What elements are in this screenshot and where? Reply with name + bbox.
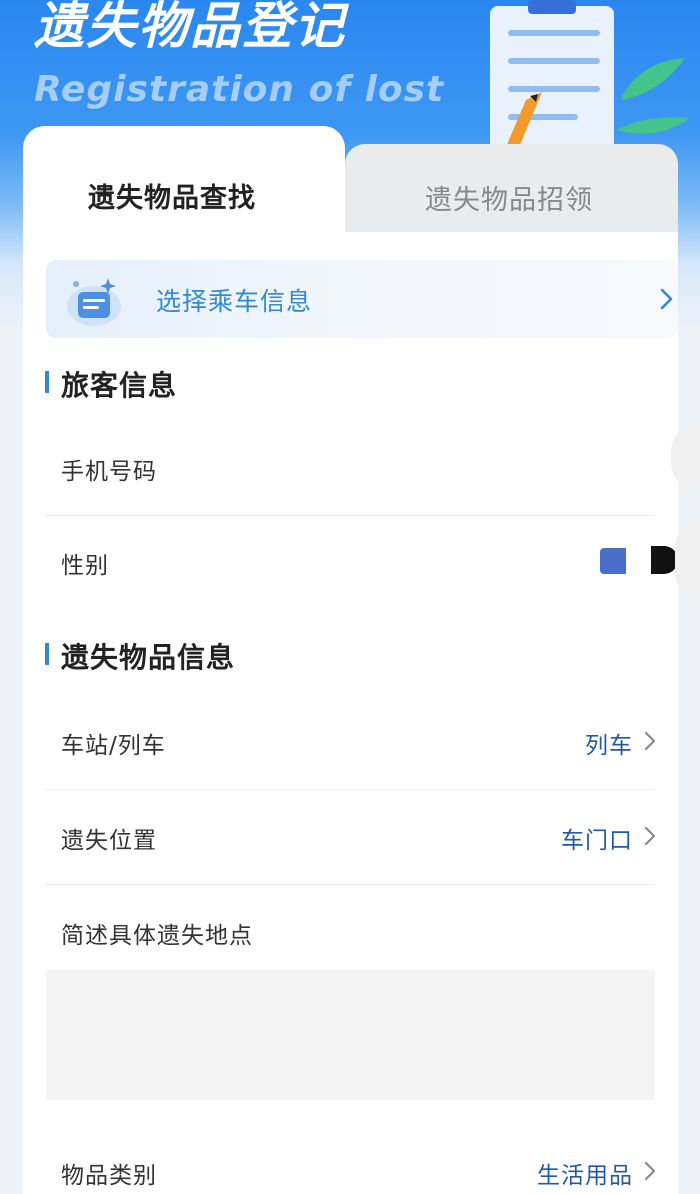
select-trip-label: 选择乘车信息 [156,287,313,316]
tab-found-items[interactable]: 遗失物品招领 [345,144,678,244]
page-title: 遗失物品登记 [34,0,346,55]
station-train-value: 列车 [585,733,633,759]
lost-location-label: 遗失位置 [61,828,157,854]
tab-lost-items-search-label: 遗失物品查找 [88,183,256,214]
form-card: 选择乘车信息 旅客信息 手机号码 性别 遗失物品信息 车站/列车 列车 遗失位置… [23,232,700,1194]
lost-item-info-heading: 遗失物品信息 [45,636,235,676]
chevron-right-icon [644,731,656,751]
item-category-label: 物品类别 [61,1163,157,1189]
page-subtitle: Registration of lost [34,69,445,110]
description-label: 简述具体遗失地点 [61,923,253,949]
clipboard-illustration-icon [490,0,690,156]
item-category-value: 生活用品 [537,1163,633,1189]
phone-input-edge[interactable] [671,422,700,492]
gender-field-row: 性别 [46,516,655,610]
section-accent-bar [45,643,49,665]
select-trip-button[interactable]: 选择乘车信息 [46,260,678,338]
item-category-row[interactable]: 物品类别 生活用品 [46,1126,656,1194]
lost-location-row[interactable]: 遗失位置 车门口 [46,791,656,885]
description-textarea[interactable] [46,970,655,1100]
passenger-info-title: 旅客信息 [61,369,178,402]
gender-option-male[interactable] [600,548,626,574]
lost-location-value: 车门口 [561,828,633,854]
station-train-row[interactable]: 车站/列车 列车 [46,696,656,790]
tab-lost-items-search[interactable]: 遗失物品查找 [23,126,345,246]
phone-field-row[interactable]: 手机号码 [46,422,655,516]
chevron-right-icon [660,288,673,310]
chevron-right-icon [644,1161,656,1181]
lost-item-info-title: 遗失物品信息 [61,641,236,674]
passenger-info-heading: 旅客信息 [45,364,177,404]
description-label-row: 简述具体遗失地点 [46,886,655,980]
section-accent-bar [45,371,49,393]
station-train-label: 车站/列车 [61,733,166,759]
phone-label: 手机号码 [61,459,157,485]
tab-found-items-label: 遗失物品招领 [425,185,593,216]
gender-label: 性别 [61,553,109,579]
gender-option-female[interactable] [651,546,678,574]
gender-toggle-edge[interactable] [675,522,700,598]
chevron-right-icon [644,826,656,846]
ticket-icon [67,278,121,326]
